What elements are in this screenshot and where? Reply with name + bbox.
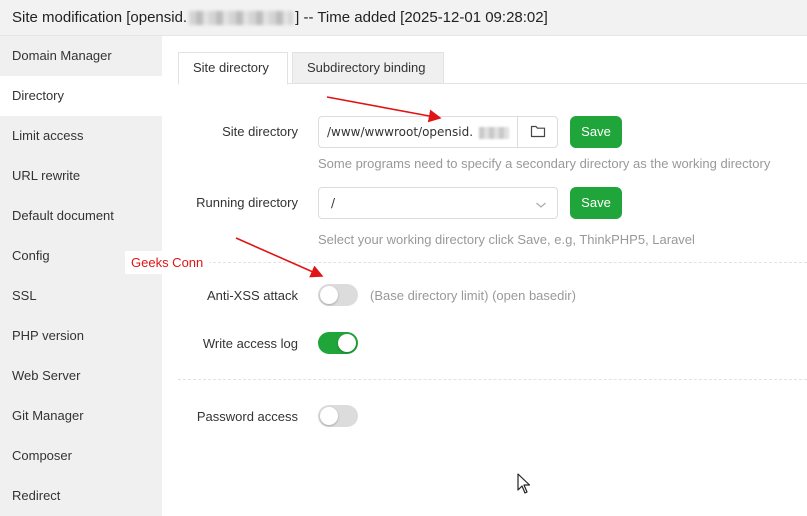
window-title-prefix: Site modification [opensid. [12,9,188,26]
toggle-knob [320,407,338,425]
sidebar-item-default-document[interactable]: Default document [0,196,162,236]
sidebar: Domain Manager Directory Limit access UR… [0,36,162,516]
running-directory-label: Running directory [196,195,298,210]
folder-picker-button[interactable] [517,117,557,147]
sidebar-item-php-version[interactable]: PHP version [0,316,162,356]
window-title: Site modification [opensid. ] -- Time add… [0,0,807,36]
section-divider [178,262,807,263]
write-access-log-label: Write access log [202,336,298,351]
redacted-path [479,127,509,139]
password-access-toggle[interactable] [318,405,358,427]
password-access-label: Password access [196,409,298,424]
save-site-directory-button[interactable]: Save [570,116,622,148]
sidebar-item-composer[interactable]: Composer [0,436,162,476]
running-directory-value: / [331,196,336,210]
main-panel: Site directory Subdirectory binding Site… [162,36,807,516]
site-directory-value: /www/wwwroot/opensid. [327,125,474,139]
redacted-domain [189,10,294,25]
chevron-down-icon [535,198,547,213]
sidebar-item-git-manager[interactable]: Git Manager [0,396,162,436]
toggle-knob [338,334,356,352]
mouse-cursor-icon [517,473,531,500]
sidebar-item-ssl[interactable]: SSL [0,276,162,316]
running-directory-hint: Select your working directory click Save… [318,232,695,247]
anti-xss-description: (Base directory limit) (open basedir) [370,288,576,303]
toggle-knob [320,286,338,304]
tab-bar: Site directory Subdirectory binding [178,52,807,85]
tab-site-directory[interactable]: Site directory [178,52,288,85]
sidebar-item-domain-manager[interactable]: Domain Manager [0,36,162,76]
folder-icon [530,124,546,141]
tab-subdirectory-binding[interactable]: Subdirectory binding [292,52,444,84]
running-directory-select[interactable]: / [318,187,558,219]
annotation-label: Geeks Conn [125,251,210,274]
anti-xss-label: Anti-XSS attack [206,288,298,303]
sidebar-item-limit-access[interactable]: Limit access [0,116,162,156]
sidebar-item-redirect[interactable]: Redirect [0,476,162,516]
site-directory-input[interactable]: /www/wwwroot/opensid. [318,116,558,148]
sidebar-item-web-server[interactable]: Web Server [0,356,162,396]
save-running-directory-button[interactable]: Save [570,187,622,219]
sidebar-item-directory[interactable]: Directory [0,76,162,116]
sidebar-item-url-rewrite[interactable]: URL rewrite [0,156,162,196]
site-directory-label: Site directory [222,124,298,139]
write-access-log-toggle[interactable] [318,332,358,354]
section-divider [178,379,807,380]
window-title-suffix: ] -- Time added [2025-12-01 09:28:02] [295,9,548,26]
anti-xss-toggle[interactable] [318,284,358,306]
site-directory-hint: Some programs need to specify a secondar… [318,156,771,171]
